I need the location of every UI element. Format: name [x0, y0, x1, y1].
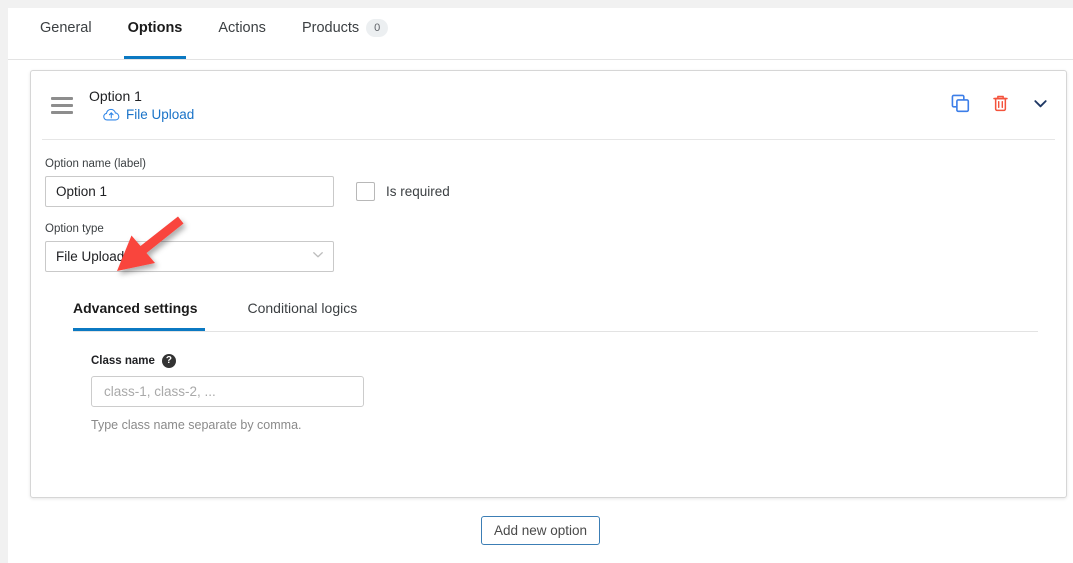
option-name-field-block: Option name (label) Is required — [45, 158, 1052, 207]
primary-tab-bar: General Options Actions Products 0 — [8, 8, 1073, 60]
option-name-row: Is required — [45, 176, 1052, 207]
tab-advanced-settings[interactable]: Advanced settings — [73, 294, 227, 331]
delete-option-button[interactable] — [989, 94, 1011, 116]
tab-conditional-logics-label: Conditional logics — [247, 300, 358, 316]
option-type-field-block: Option type File Upload — [45, 223, 1052, 272]
copy-icon — [951, 94, 970, 116]
option-type-select-wrap: File Upload — [45, 241, 334, 272]
class-name-input[interactable] — [91, 376, 364, 407]
tab-options-label: Options — [127, 20, 183, 36]
drag-handle-bar — [51, 96, 73, 100]
class-name-label-row: Class name ? — [91, 354, 1052, 368]
drag-handle-bar — [51, 110, 73, 114]
option-settings-tab-bar: Advanced settings Conditional logics — [73, 294, 1038, 332]
option-type-label: Option type — [45, 223, 104, 235]
option-type-select[interactable]: File Upload — [45, 241, 334, 272]
tab-products[interactable]: Products 0 — [284, 8, 406, 59]
tab-general[interactable]: General — [22, 8, 110, 59]
tab-actions[interactable]: Actions — [200, 8, 284, 59]
option-name-input[interactable] — [45, 176, 334, 207]
option-card-body: Option name (label) Is required Option t… — [31, 140, 1066, 432]
tab-actions-label: Actions — [218, 20, 266, 36]
option-header-text: Option 1 File Upload — [89, 88, 194, 122]
tab-products-label: Products — [301, 20, 360, 36]
option-header-actions — [949, 94, 1051, 116]
is-required-label: Is required — [386, 184, 450, 199]
options-panel: Option 1 File Upload Option name (label)… — [8, 60, 1073, 563]
option-title: Option 1 — [89, 87, 142, 104]
option-card-header: Option 1 File Upload — [42, 71, 1055, 140]
tab-advanced-settings-label: Advanced settings — [73, 300, 198, 316]
tab-conditional-logics[interactable]: Conditional logics — [227, 294, 377, 331]
tab-options[interactable]: Options — [110, 8, 201, 59]
app-root: General Options Actions Products 0 Optio… — [0, 0, 1073, 563]
option-type-summary: File Upload — [103, 107, 194, 122]
class-name-hint: Type class name separate by comma. — [91, 418, 302, 432]
option-card: Option 1 File Upload Option name (label)… — [30, 70, 1067, 498]
add-new-option-button[interactable]: Add new option — [480, 516, 601, 545]
option-name-label: Option name (label) — [45, 158, 146, 170]
duplicate-option-button[interactable] — [949, 94, 971, 116]
tab-general-label: General — [40, 20, 92, 36]
option-type-selected-value: File Upload — [56, 249, 125, 264]
is-required-checkbox-wrap[interactable]: Is required — [356, 182, 450, 201]
drag-handle-icon[interactable] — [51, 96, 73, 114]
trash-icon — [991, 94, 1010, 116]
is-required-checkbox[interactable] — [356, 182, 375, 201]
class-name-label: Class name — [91, 355, 155, 367]
help-circle-icon[interactable]: ? — [161, 354, 176, 368]
products-count-badge: 0 — [366, 19, 389, 37]
option-type-name: File Upload — [126, 107, 195, 123]
cloud-upload-icon — [103, 108, 120, 121]
chevron-down-icon — [1032, 95, 1049, 115]
advanced-settings-panel: Class name ? Type class name separate by… — [45, 332, 1052, 432]
collapse-option-button[interactable] — [1029, 94, 1051, 116]
drag-handle-bar — [51, 103, 73, 107]
add-new-option-wrap: Add new option — [8, 516, 1073, 545]
